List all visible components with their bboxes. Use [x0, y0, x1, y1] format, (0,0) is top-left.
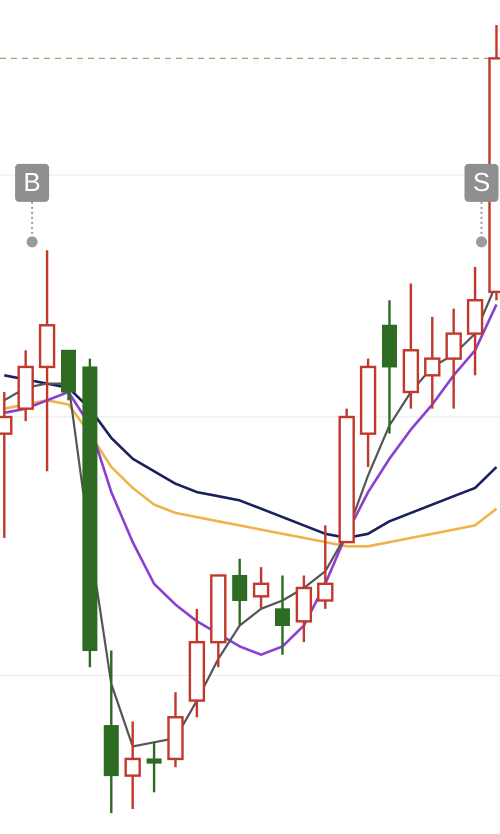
candle-body: [466, 299, 484, 335]
candle-body: [381, 324, 397, 368]
marker-label-b: B: [23, 167, 40, 197]
candle-body: [103, 725, 119, 777]
series-line-ma_purple: [4, 303, 498, 657]
candle-body: [167, 716, 184, 761]
candle-body: [445, 332, 462, 360]
candle-body: [252, 582, 270, 598]
candle-body: [210, 574, 227, 644]
candle-body: [424, 357, 441, 377]
candle-body: [0, 415, 13, 435]
marker-dot: [476, 236, 487, 248]
candle-body: [60, 349, 76, 393]
candle-body: [188, 640, 206, 702]
candle-body: [402, 349, 420, 394]
candle-body: [232, 574, 248, 601]
candle-body: [274, 608, 290, 627]
candlestick-chart: BS: [0, 25, 500, 814]
candle-body: [317, 582, 334, 602]
marker-dot: [26, 236, 38, 248]
series-line-ma_orange: [4, 398, 498, 548]
candle-body: [295, 586, 313, 623]
candle-body: [359, 365, 377, 435]
candle-body: [17, 365, 34, 410]
marker-label-s: S: [473, 167, 490, 197]
candle-body: [38, 324, 56, 369]
candle-body: [146, 758, 162, 764]
candle-body: [82, 366, 98, 652]
candle-body: [338, 415, 355, 544]
series-line-ma_fast: [3, 283, 498, 748]
candle-body: [124, 757, 141, 777]
